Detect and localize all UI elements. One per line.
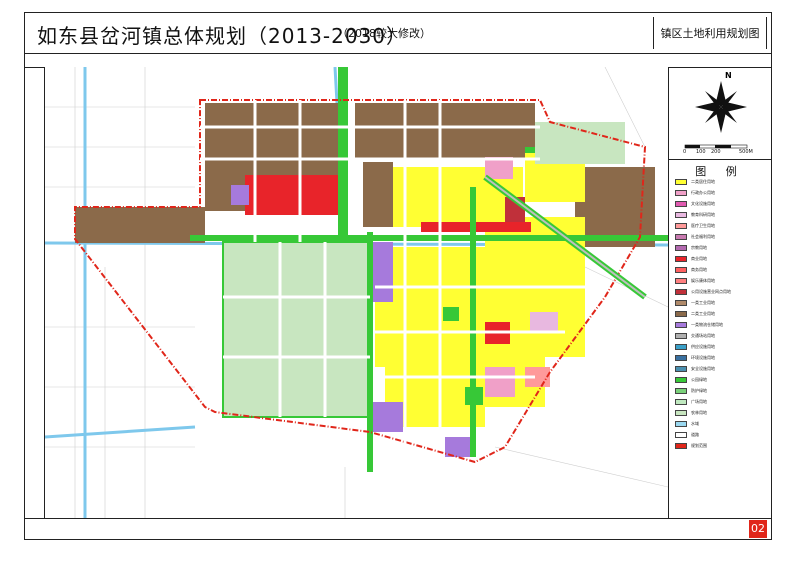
legend-swatch: [675, 388, 687, 394]
legend-item: 娱乐康体用地: [675, 277, 715, 285]
side-panel: N 0 100 200 500M 图 例 二类居住用地 行政办公用地 文化设施用地教…: [669, 67, 771, 518]
legend-swatch: [675, 344, 687, 350]
title-bar: 如东县岔河镇总体规划（2013-2030） （2018较大修改） 镇区土地利用规…: [25, 13, 771, 54]
legend-swatch: [675, 410, 687, 416]
legend-label: 公园绿地: [691, 377, 707, 382]
legend-swatch: [675, 179, 687, 185]
legend-label: 水域: [691, 421, 699, 426]
legend-item: 一类工业用地: [675, 299, 715, 307]
map-canvas: [44, 66, 670, 518]
scale-label-200: 200: [711, 149, 721, 155]
legend-label: 安全设施用地: [691, 366, 715, 371]
legend-item: 文化设施用地: [675, 200, 715, 208]
plan-name-label: 镇区土地利用规划图: [653, 17, 767, 49]
legend-label: 宗教用地: [691, 245, 707, 250]
bottom-bar: 02: [25, 518, 771, 540]
legend-item: 广场用地: [675, 398, 707, 406]
scale-label-0: 0: [683, 149, 687, 155]
legend-item: 教育科研用地: [675, 211, 715, 219]
legend-label: 教育科研用地: [691, 212, 715, 217]
legend-label: 二类居住用地: [691, 179, 715, 184]
north-arrow-icon: [684, 81, 748, 149]
legend-swatch: [675, 201, 687, 207]
legend-swatch: [675, 289, 687, 295]
legend-swatch: [675, 223, 687, 229]
legend-label: 道路: [691, 432, 699, 437]
scale-label-100: 100: [696, 149, 706, 155]
legend-label: 环境设施用地: [691, 355, 715, 360]
legend-item: 交通场站用地: [675, 332, 715, 340]
legend-item: 行政办公用地: [675, 189, 715, 197]
legend-label: 文化设施用地: [691, 201, 715, 206]
legend-item: 商业用地: [675, 255, 707, 263]
legend-label: 广场用地: [691, 399, 707, 404]
legend-item: 社会福利用地: [675, 233, 715, 241]
legend-swatch: [675, 377, 687, 383]
legend-label: 二类工业用地: [691, 311, 715, 316]
legend-item: 医疗卫生用地: [675, 222, 715, 230]
legend-title: 图 例: [695, 165, 745, 178]
legend-swatch: [675, 355, 687, 361]
legend-label: 医疗卫生用地: [691, 223, 715, 228]
legend-item: 道路: [675, 431, 699, 439]
legend-swatch: [675, 366, 687, 372]
legend-swatch: [675, 399, 687, 405]
legend-swatch: [675, 256, 687, 262]
legend-label: 娱乐康体用地: [691, 278, 715, 283]
legend-item: 防护绿地: [675, 387, 707, 395]
legend-swatch: [675, 311, 687, 317]
north-label: N: [725, 71, 732, 80]
legend-item: 水域: [675, 420, 699, 428]
legend-swatch: [675, 234, 687, 240]
legend: 图 例 二类居住用地 行政办公用地 文化设施用地 教育科研用地 医疗卫生用地 社会福利用地…: [669, 160, 771, 518]
legend-swatch: [675, 300, 687, 306]
legend-label: 行政办公用地: [691, 190, 715, 195]
legend-item: 二类工业用地: [675, 310, 715, 318]
legend-item: 规划范围: [675, 442, 707, 450]
legend-swatch: [675, 421, 687, 427]
legend-label: 社会福利用地: [691, 234, 715, 239]
scale-label-500: 500M: [739, 149, 753, 155]
legend-swatch: [675, 267, 687, 273]
legend-swatch: [675, 212, 687, 218]
legend-label: 一类物流仓储用地: [691, 322, 723, 327]
legend-item: 供应设施用地: [675, 343, 715, 351]
frame-strip: [25, 53, 771, 68]
plan-subtitle: （2018较大修改）: [337, 27, 431, 40]
legend-swatch: [675, 333, 687, 339]
drawing-sheet: 如东县岔河镇总体规划（2013-2030） （2018较大修改） 镇区土地利用规…: [24, 12, 772, 540]
legend-swatch: [675, 432, 687, 438]
legend-item: 公用设施营业网点用地: [675, 288, 731, 296]
legend-label: 供应设施用地: [691, 344, 715, 349]
legend-swatch: [675, 443, 687, 449]
legend-label: 交通场站用地: [691, 333, 715, 338]
legend-item: 二类居住用地: [675, 178, 715, 186]
legend-item: 宗教用地: [675, 244, 707, 252]
legend-item: 环境设施用地: [675, 354, 715, 362]
land-use-map[interactable]: [44, 66, 670, 519]
legend-label: 规划范围: [691, 443, 707, 448]
legend-label: 公用设施营业网点用地: [691, 289, 731, 294]
legend-label: 防护绿地: [691, 388, 707, 393]
legend-swatch: [675, 322, 687, 328]
legend-label: 商务用地: [691, 267, 707, 272]
legend-swatch: [675, 190, 687, 196]
compass-rose: N 0 100 200 500M: [669, 67, 771, 160]
legend-item: 公园绿地: [675, 376, 707, 384]
legend-item: 一类物流仓储用地: [675, 321, 723, 329]
legend-label: 农林用地: [691, 410, 707, 415]
legend-item: 商务用地: [675, 266, 707, 274]
legend-swatch: [675, 245, 687, 251]
sheet-number: 02: [749, 520, 767, 538]
legend-item: 安全设施用地: [675, 365, 715, 373]
legend-label: 一类工业用地: [691, 300, 715, 305]
legend-label: 商业用地: [691, 256, 707, 261]
legend-item: 农林用地: [675, 409, 707, 417]
legend-swatch: [675, 278, 687, 284]
